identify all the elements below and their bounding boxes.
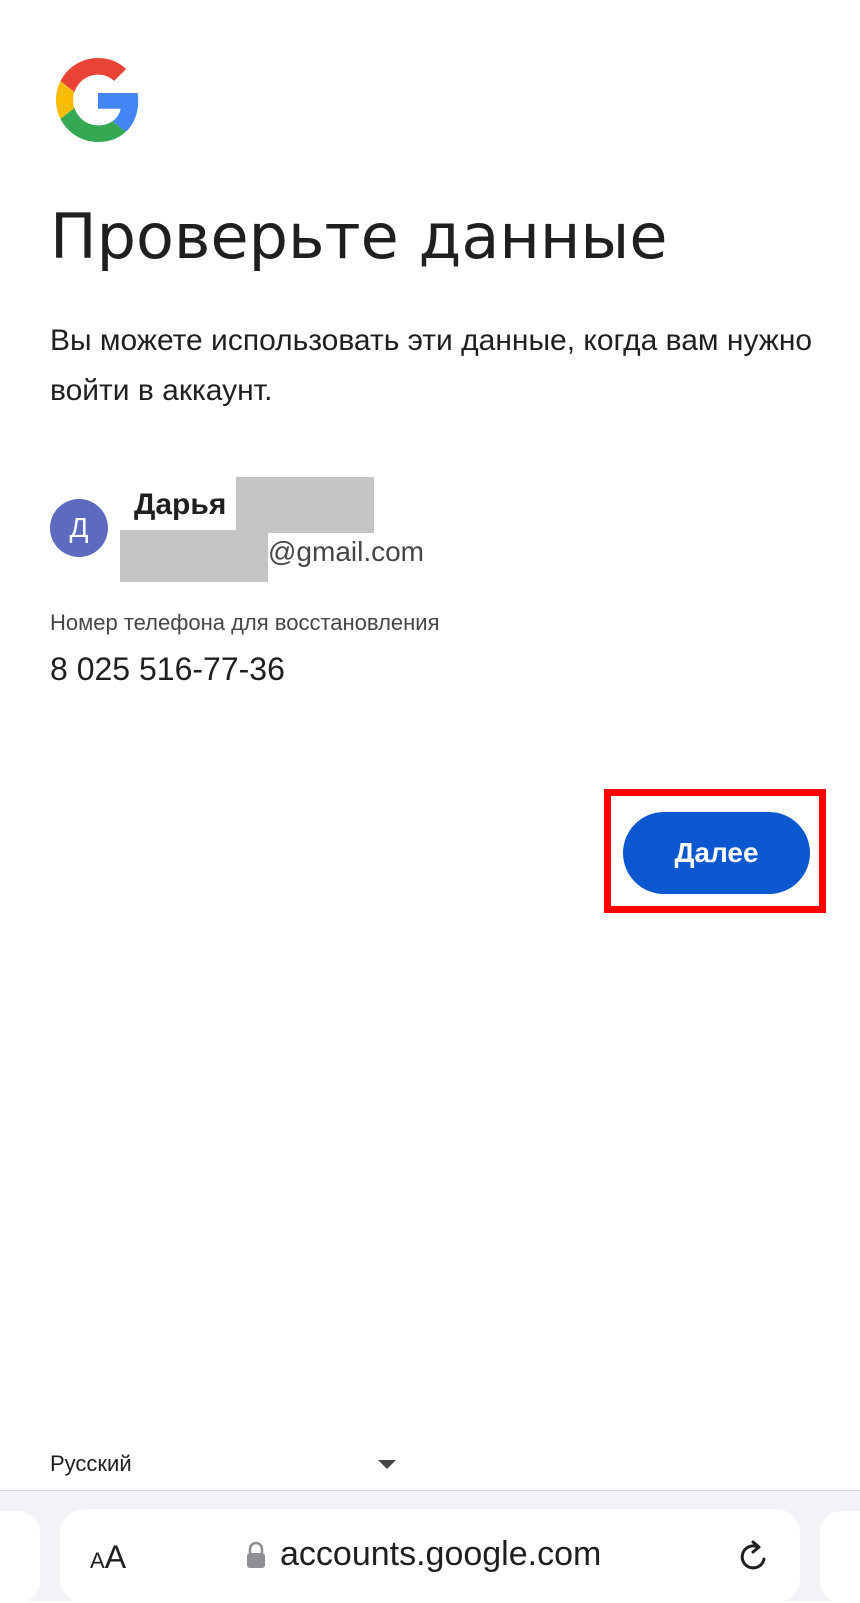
previous-tab[interactable] (0, 1511, 40, 1603)
lock-icon (247, 1541, 265, 1568)
aa-small-letter: A (90, 1548, 105, 1573)
reader-options-button[interactable]: AA (90, 1539, 126, 1576)
aa-large-letter: A (104, 1539, 127, 1575)
recovery-phone-label: Номер телефона для восстановления (50, 610, 440, 635)
language-label: Русский (50, 1451, 132, 1476)
reload-icon[interactable] (736, 1539, 772, 1575)
recovery-phone-value: 8 025 516-77-36 (50, 651, 285, 687)
page-subtitle: Вы можете использовать эти данные, когда… (50, 324, 813, 407)
page-title: Проверьте данные (50, 200, 668, 273)
url-text: accounts.google.com (280, 1535, 602, 1573)
account-email: @gmail.com (268, 536, 425, 567)
google-logo-icon (56, 58, 139, 142)
caret-down-icon (378, 1459, 396, 1469)
account-name: Дарья (134, 488, 227, 521)
next-tab[interactable] (820, 1511, 860, 1603)
address-bar[interactable]: AA accounts.google.com (60, 1509, 800, 1603)
language-select[interactable]: Русский (50, 1446, 400, 1482)
browser-toolbar: AA accounts.google.com (0, 1490, 860, 1603)
redacted-surname (236, 477, 374, 533)
avatar: Д (50, 499, 108, 557)
next-button[interactable]: Далее (623, 812, 810, 894)
redacted-email-local (120, 530, 268, 582)
